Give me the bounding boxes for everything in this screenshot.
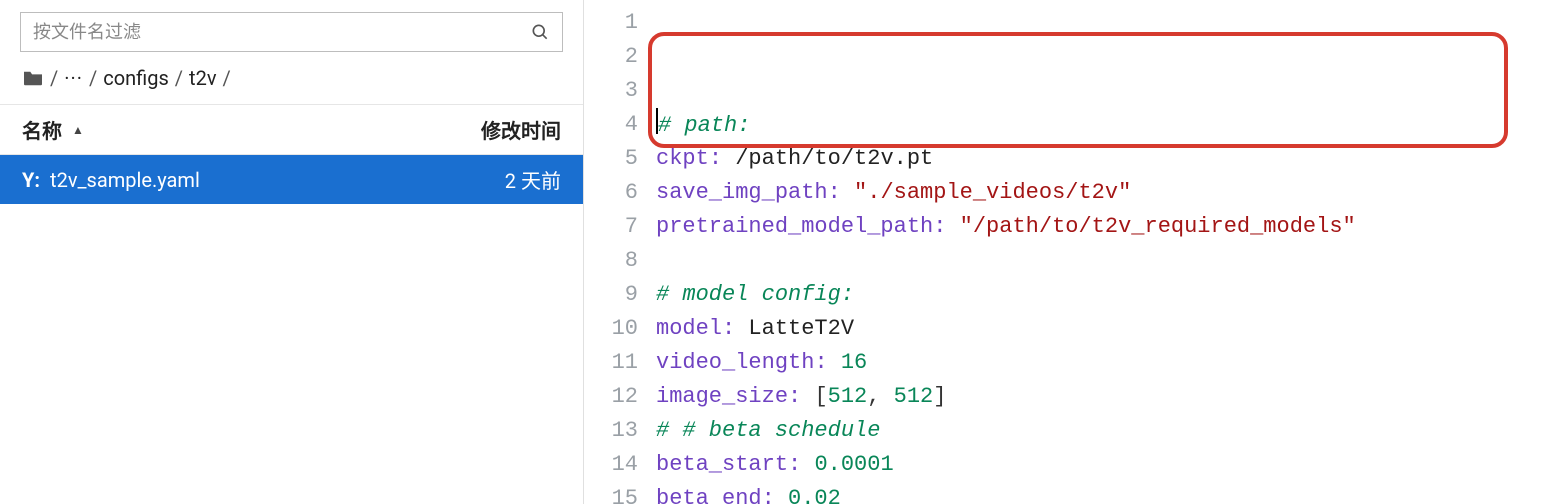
code-token: : — [788, 384, 801, 409]
code-token: # # beta schedule — [656, 418, 880, 443]
code-token: : — [788, 452, 801, 477]
line-number: 11 — [584, 346, 638, 380]
code-token: model — [656, 316, 722, 341]
column-modified[interactable]: 修改时间 — [421, 115, 561, 144]
file-modified: 2 天前 — [421, 165, 561, 194]
code-token: : — [828, 180, 841, 205]
code-token — [946, 214, 959, 239]
code-line[interactable]: save_img_path: "./sample_videos/t2v" — [654, 176, 1548, 210]
code-token: beta_start — [656, 452, 788, 477]
code-token: ckpt — [656, 146, 709, 171]
file-name: t2v_sample.yaml — [50, 168, 421, 192]
code-token: pretrained_model_path — [656, 214, 933, 239]
sort-asc-icon: ▲ — [72, 123, 84, 137]
code-line[interactable]: beta_start: 0.0001 — [654, 448, 1548, 482]
code-line[interactable]: ckpt: /path/to/t2v.pt — [654, 142, 1548, 176]
code-token: 0.0001 — [814, 452, 893, 477]
code-token: image_size — [656, 384, 788, 409]
code-line[interactable]: model: LatteT2V — [654, 312, 1548, 346]
code-token: : — [814, 350, 827, 375]
line-number: 12 — [584, 380, 638, 414]
breadcrumb-segment-configs[interactable]: configs — [103, 66, 169, 90]
code-content[interactable]: # path:ckpt: /path/to/t2v.ptsave_img_pat… — [654, 6, 1548, 504]
line-number: 1 — [584, 6, 638, 40]
search-wrap — [0, 0, 583, 62]
line-number: 8 — [584, 244, 638, 278]
code-line[interactable]: # # beta schedule — [654, 414, 1548, 448]
folder-icon — [22, 69, 44, 87]
line-number-gutter: 123456789101112131415 — [584, 6, 654, 504]
code-line[interactable]: # path: — [654, 108, 1548, 142]
code-token: : — [722, 316, 735, 341]
code-token — [775, 486, 788, 504]
line-number: 5 — [584, 142, 638, 176]
code-line[interactable]: # model config: — [654, 278, 1548, 312]
code-line[interactable]: image_size: [512, 512] — [654, 380, 1548, 414]
column-modified-label: 修改时间 — [481, 119, 561, 143]
code-token — [841, 180, 854, 205]
line-number: 9 — [584, 278, 638, 312]
code-line[interactable]: pretrained_model_path: "/path/to/t2v_req… — [654, 210, 1548, 244]
breadcrumb-sep: / — [50, 66, 58, 90]
line-number: 4 — [584, 108, 638, 142]
code-line[interactable]: video_length: 16 — [654, 346, 1548, 380]
search-input[interactable] — [33, 22, 530, 43]
code-token: "./sample_videos/t2v" — [854, 180, 1131, 205]
line-number: 15 — [584, 482, 638, 504]
code-token: video_length — [656, 350, 814, 375]
file-row[interactable]: Y: t2v_sample.yaml 2 天前 — [0, 155, 583, 204]
breadcrumb-ellipsis[interactable]: ··· — [64, 66, 83, 90]
code-token: # path: — [658, 113, 750, 138]
line-number: 14 — [584, 448, 638, 482]
yaml-file-icon: Y: — [22, 168, 40, 192]
code-token: , — [867, 384, 893, 409]
code-token: ] — [933, 384, 946, 409]
code-token — [801, 384, 814, 409]
code-token: : — [762, 486, 775, 504]
code-token: [ — [814, 384, 827, 409]
code-editor[interactable]: 123456789101112131415 # path:ckpt: /path… — [584, 0, 1548, 504]
breadcrumb-sep: / — [223, 66, 231, 90]
line-number: 10 — [584, 312, 638, 346]
code-token — [828, 350, 841, 375]
search-box[interactable] — [20, 12, 563, 52]
code-token: 0.02 — [788, 486, 841, 504]
line-number: 6 — [584, 176, 638, 210]
search-icon — [530, 22, 550, 42]
code-token: /path/to/t2v.pt — [722, 146, 933, 171]
code-token: : — [933, 214, 946, 239]
line-number: 7 — [584, 210, 638, 244]
code-token: beta_end — [656, 486, 762, 504]
column-name[interactable]: 名称 ▲ — [22, 115, 421, 144]
code-token: 16 — [841, 350, 867, 375]
code-token: "/path/to/t2v_required_models" — [960, 214, 1356, 239]
code-token: 512 — [828, 384, 868, 409]
breadcrumb-sep: / — [175, 66, 183, 90]
code-line[interactable] — [654, 244, 1548, 278]
code-token: : — [709, 146, 722, 171]
line-number: 13 — [584, 414, 638, 448]
code-token — [801, 452, 814, 477]
file-list-header: 名称 ▲ 修改时间 — [0, 105, 583, 155]
code-token: 512 — [894, 384, 934, 409]
breadcrumb-segment-t2v[interactable]: t2v — [189, 66, 216, 90]
code-token: # model config: — [656, 282, 854, 307]
breadcrumb[interactable]: / ··· / configs / t2v / — [0, 62, 583, 105]
code-token: LatteT2V — [735, 316, 854, 341]
line-number: 2 — [584, 40, 638, 74]
code-line[interactable]: beta_end: 0.02 — [654, 482, 1548, 504]
breadcrumb-sep: / — [89, 66, 97, 90]
column-name-label: 名称 — [22, 115, 62, 144]
file-browser-sidebar: / ··· / configs / t2v / 名称 ▲ 修改时间 Y: t2v… — [0, 0, 584, 504]
line-number: 3 — [584, 74, 638, 108]
code-token: save_img_path — [656, 180, 828, 205]
